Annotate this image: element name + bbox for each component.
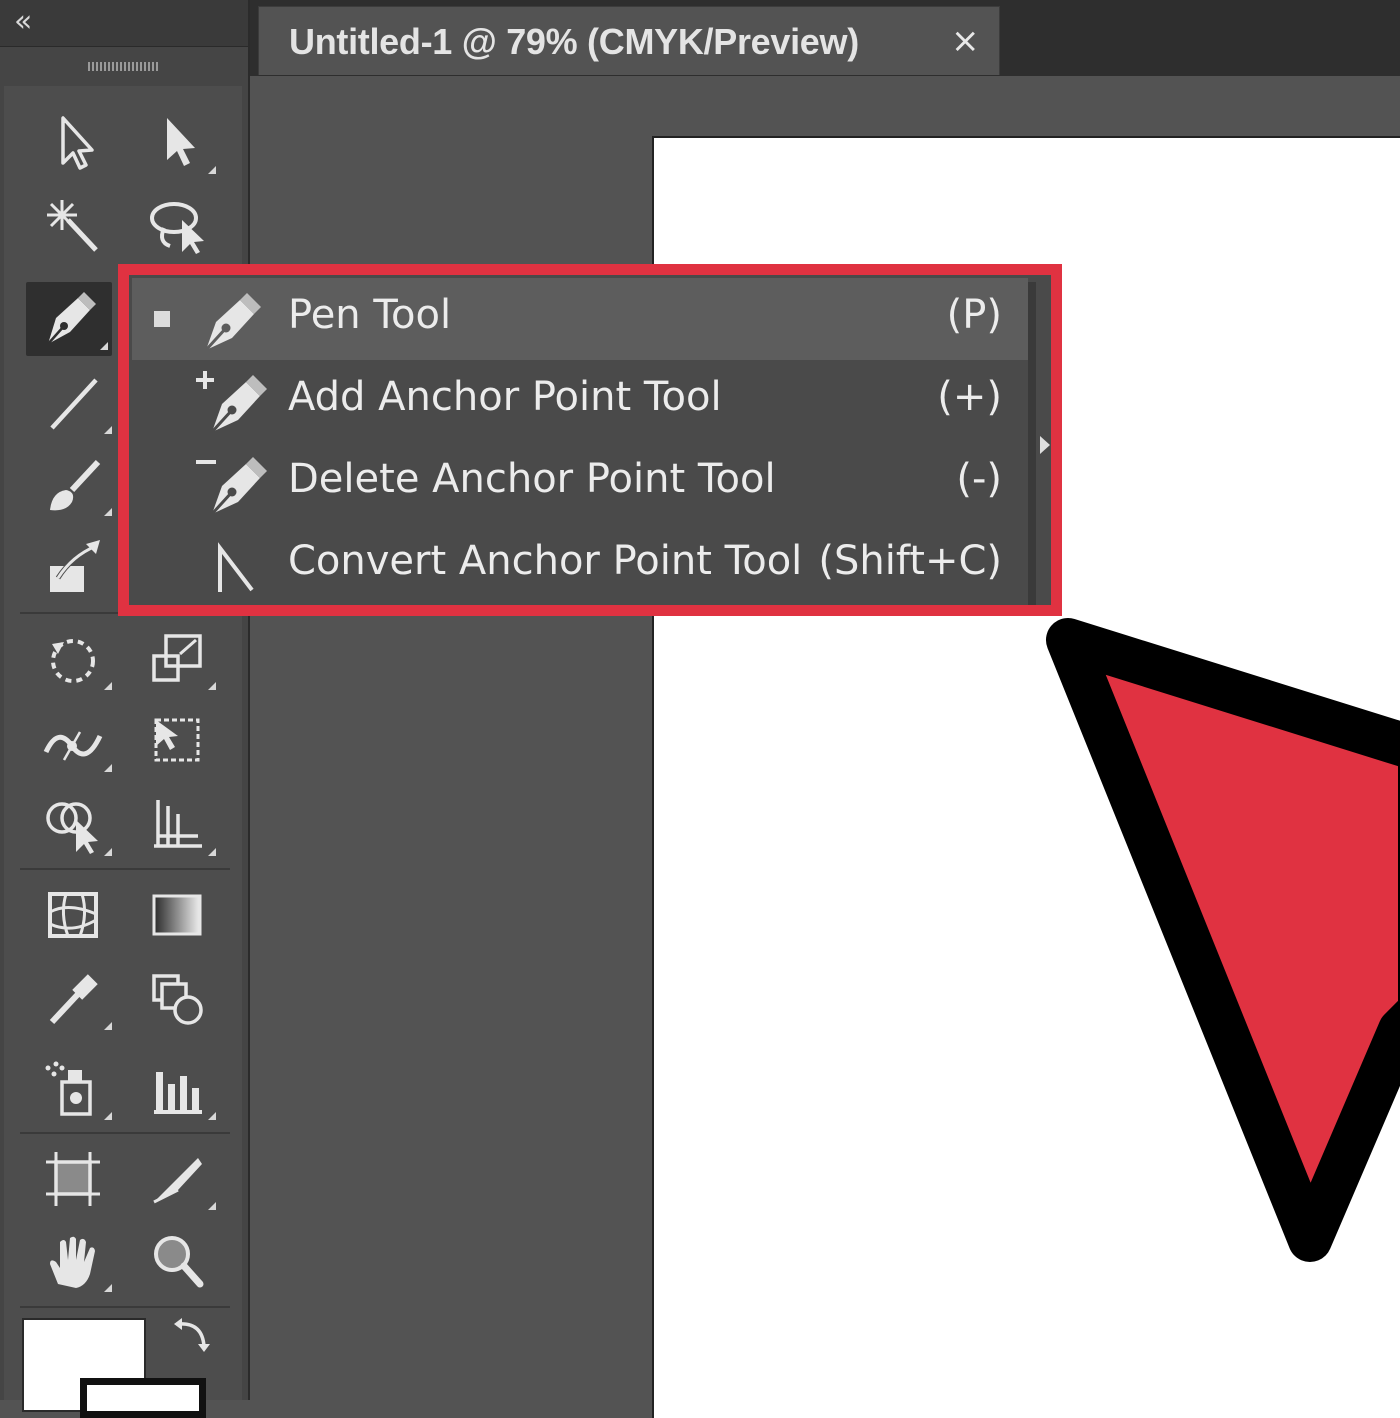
width-icon bbox=[43, 731, 103, 761]
slice-icon bbox=[153, 1158, 202, 1204]
flyout-edge bbox=[1028, 282, 1036, 606]
menu-item-label: Pen Tool bbox=[288, 292, 452, 338]
flyout-indicator bbox=[104, 682, 112, 690]
direct-selection-tool[interactable] bbox=[134, 106, 220, 180]
flyout-indicator bbox=[208, 848, 216, 856]
document-title: Untitled-1 @ 79% (CMYK/Preview) bbox=[289, 21, 859, 62]
free-transform-tool[interactable] bbox=[134, 704, 220, 778]
line-segment-tool[interactable] bbox=[30, 366, 116, 440]
gradient-tool[interactable] bbox=[134, 878, 220, 952]
white-arrow-icon bbox=[167, 118, 195, 166]
magic-wand-icon bbox=[47, 200, 98, 252]
column-graph-icon bbox=[154, 1072, 202, 1114]
blend-icon bbox=[152, 974, 203, 1025]
free-transform-icon bbox=[154, 718, 200, 762]
shaper-icon bbox=[50, 540, 100, 592]
zoom-tool[interactable] bbox=[134, 1224, 220, 1298]
flyout-indicator bbox=[100, 342, 108, 350]
flyout-indicator bbox=[104, 1022, 112, 1030]
menu-item-pen-tool[interactable]: Pen Tool (P) bbox=[132, 278, 1028, 360]
flyout-indicator bbox=[208, 1202, 216, 1210]
line-icon bbox=[50, 378, 98, 430]
pen-icon bbox=[204, 293, 261, 352]
tools-panel-header: « bbox=[0, 0, 248, 47]
shape-builder-icon bbox=[46, 802, 98, 854]
document-tab-bar: Untitled-1 @ 79% (CMYK/Preview) × bbox=[250, 0, 1400, 76]
hand-tool[interactable] bbox=[30, 1224, 116, 1298]
menu-item-shortcut: (-) bbox=[956, 456, 1002, 502]
brush-icon bbox=[50, 459, 101, 511]
flyout-indicator bbox=[104, 1112, 112, 1120]
magic-wand-tool[interactable] bbox=[30, 188, 116, 262]
perspective-grid-tool[interactable] bbox=[134, 788, 220, 862]
convert-anchor-point-icon bbox=[218, 542, 254, 592]
flyout-indicator bbox=[104, 508, 112, 516]
mesh-tool[interactable] bbox=[30, 878, 116, 952]
swap-fill-stroke-icon[interactable] bbox=[168, 1312, 216, 1360]
flyout-indicator bbox=[104, 426, 112, 434]
pen-tool[interactable] bbox=[26, 282, 112, 356]
hand-icon bbox=[50, 1236, 95, 1288]
menu-item-shortcut: (+) bbox=[937, 374, 1002, 420]
menu-item-shortcut: (Shift+C) bbox=[818, 538, 1002, 584]
eyedropper-icon bbox=[49, 974, 98, 1025]
shaper-tool[interactable] bbox=[30, 530, 116, 604]
menu-item-label: Convert Anchor Point Tool bbox=[288, 538, 803, 584]
tearoff-arrow-icon[interactable] bbox=[1040, 436, 1050, 454]
artboard-icon bbox=[46, 1152, 100, 1206]
flyout-indicator bbox=[104, 1284, 112, 1292]
flyout-indicator bbox=[104, 848, 112, 856]
flyout-indicator bbox=[208, 166, 216, 174]
artboard-tool[interactable] bbox=[30, 1142, 116, 1216]
panel-grip[interactable] bbox=[88, 62, 158, 71]
menu-item-convert-anchor-point-tool[interactable]: Convert Anchor Point Tool (Shift+C) bbox=[132, 524, 1028, 606]
gradient-icon bbox=[152, 894, 202, 936]
selection-tool[interactable] bbox=[30, 106, 116, 180]
close-icon[interactable]: × bbox=[951, 21, 980, 61]
rotate-tool[interactable] bbox=[30, 622, 116, 696]
lasso-icon bbox=[150, 202, 204, 254]
document-tab[interactable]: Untitled-1 @ 79% (CMYK/Preview) × bbox=[258, 6, 1000, 75]
symbol-sprayer-tool[interactable] bbox=[30, 1052, 116, 1126]
toolbar-divider bbox=[20, 868, 230, 870]
add-anchor-point-icon bbox=[196, 371, 267, 434]
zoom-icon bbox=[154, 1236, 204, 1288]
mesh-icon bbox=[48, 892, 98, 938]
lasso-tool[interactable] bbox=[134, 188, 220, 262]
delete-anchor-point-icon bbox=[196, 457, 267, 516]
toolbar-divider bbox=[20, 1306, 230, 1308]
stroke-swatch[interactable] bbox=[80, 1378, 206, 1418]
collapse-panel-icon[interactable]: « bbox=[14, 4, 33, 40]
scale-tool[interactable] bbox=[134, 622, 220, 696]
pen-icon bbox=[47, 292, 96, 345]
eyedropper-tool[interactable] bbox=[30, 962, 116, 1036]
red-pointer-arrow-icon bbox=[1046, 618, 1400, 1262]
selected-bullet-icon bbox=[154, 311, 170, 327]
tools-panel: « bbox=[0, 0, 250, 1418]
toolbar-divider bbox=[20, 1132, 230, 1134]
menu-item-label: Add Anchor Point Tool bbox=[288, 374, 722, 420]
arrow-icon bbox=[61, 116, 94, 170]
symbol-sprayer-icon bbox=[45, 1061, 92, 1116]
menu-item-delete-anchor-point-tool[interactable]: Delete Anchor Point Tool (-) bbox=[132, 442, 1028, 524]
slice-tool[interactable] bbox=[134, 1142, 220, 1216]
flyout-indicator bbox=[208, 682, 216, 690]
rotate-icon bbox=[51, 639, 95, 683]
flyout-indicator bbox=[208, 1112, 216, 1120]
menu-item-add-anchor-point-tool[interactable]: Add Anchor Point Tool (+) bbox=[132, 360, 1028, 442]
scale-icon bbox=[152, 634, 202, 682]
blend-tool[interactable] bbox=[134, 962, 220, 1036]
paintbrush-tool[interactable] bbox=[30, 448, 116, 522]
width-tool[interactable] bbox=[30, 704, 116, 778]
perspective-grid-icon bbox=[154, 800, 202, 848]
shape-builder-tool[interactable] bbox=[30, 788, 116, 862]
menu-item-shortcut: (P) bbox=[946, 292, 1002, 338]
flyout-indicator bbox=[104, 764, 112, 772]
column-graph-tool[interactable] bbox=[134, 1052, 220, 1126]
menu-item-label: Delete Anchor Point Tool bbox=[288, 456, 776, 502]
